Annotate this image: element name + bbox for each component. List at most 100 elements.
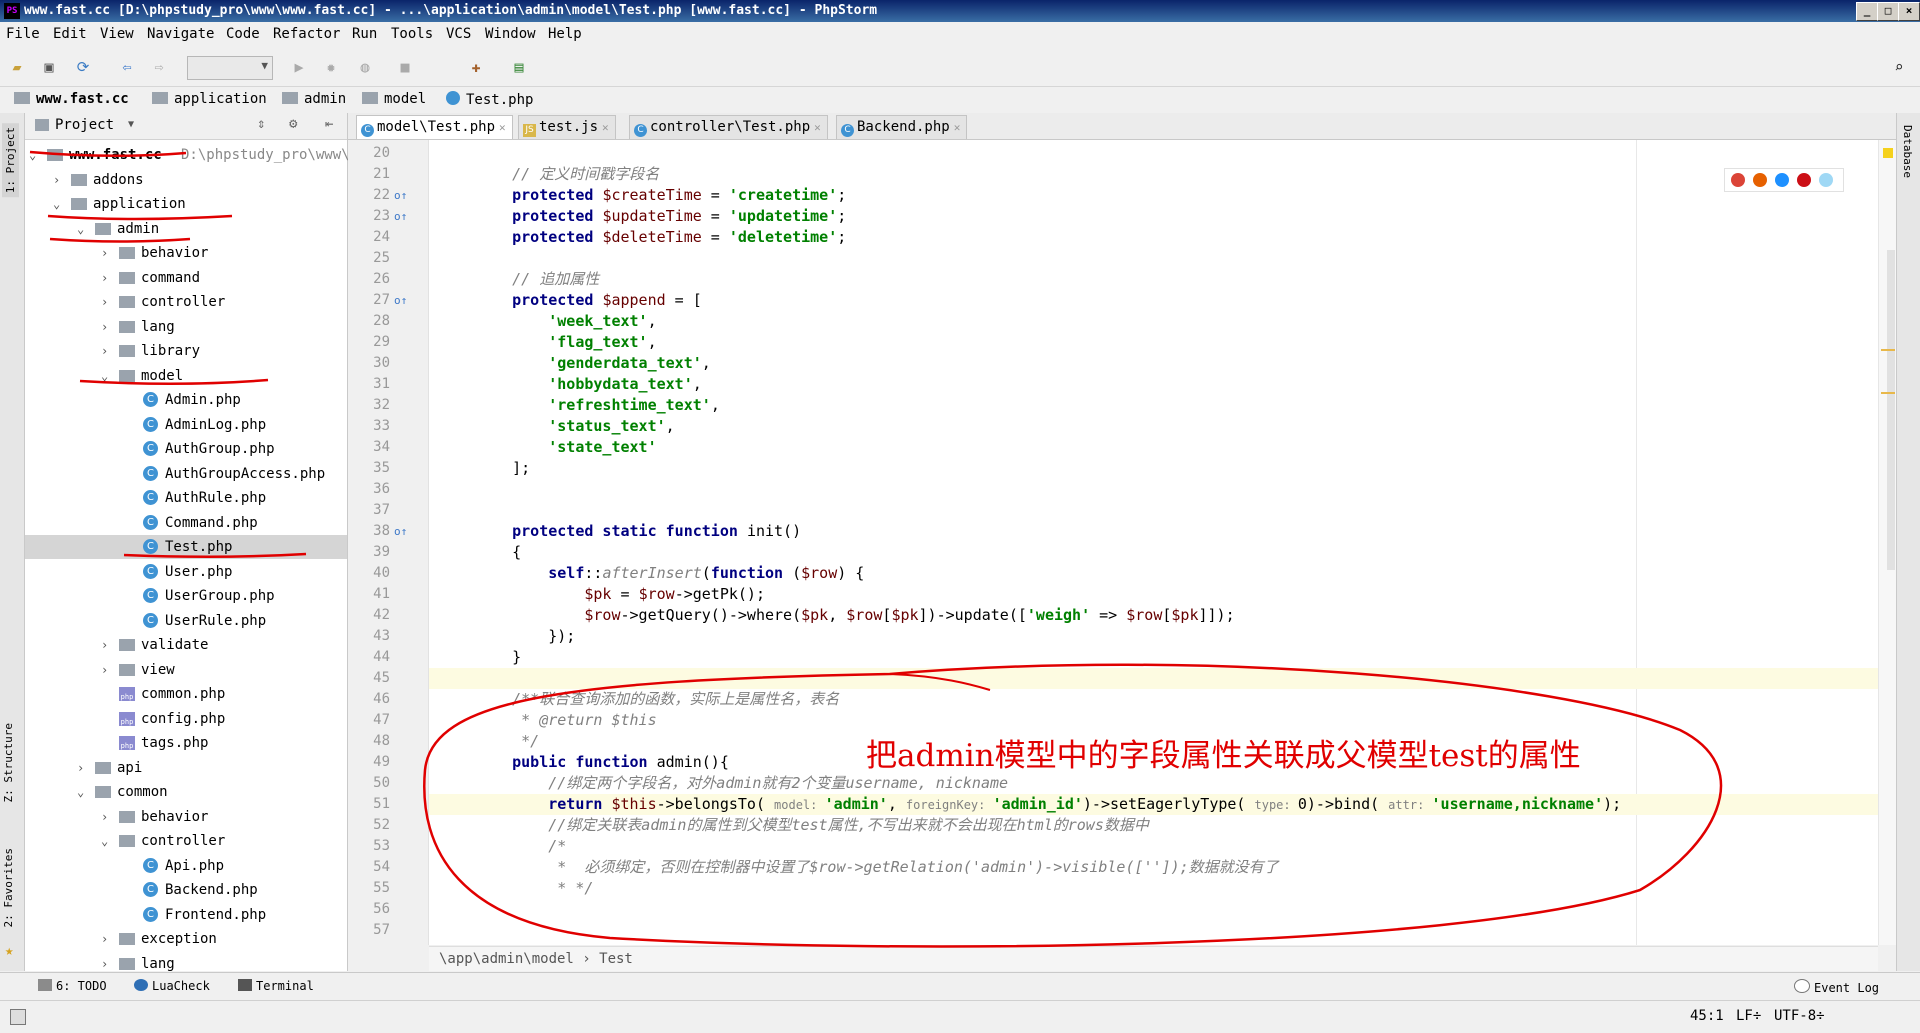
chevron-right-icon[interactable]: ›: [53, 168, 65, 192]
tree-folder-item[interactable]: › addons: [25, 168, 347, 192]
back-arrow-icon[interactable]: ⇦: [118, 58, 136, 76]
tree-file-item[interactable]: C Api.php: [25, 854, 347, 878]
menu-view[interactable]: View: [100, 26, 134, 42]
safari-icon[interactable]: [1775, 173, 1789, 187]
breadcrumb-file[interactable]: Test.php: [446, 91, 533, 108]
project-tool-tab[interactable]: 1: Project: [2, 123, 19, 198]
close-tab-icon[interactable]: ✕: [954, 121, 961, 134]
stop-icon[interactable]: ■: [396, 58, 414, 76]
caret-position[interactable]: 45:1: [1690, 1008, 1724, 1024]
tree-file-item[interactable]: C AuthGroupAccess.php: [25, 462, 347, 486]
code-editor[interactable]: // 定义时间戳字段名 protected $createTime = 'cre…: [429, 140, 1896, 945]
tree-folder-item[interactable]: ⌄ common: [25, 780, 347, 804]
tree-folder-item[interactable]: › command: [25, 266, 347, 290]
run-icon[interactable]: ▶: [290, 58, 308, 76]
menu-tools[interactable]: Tools: [391, 26, 433, 42]
menu-code[interactable]: Code: [226, 26, 260, 42]
menu-edit[interactable]: Edit: [53, 26, 87, 42]
scrollbar-thumb[interactable]: [1887, 250, 1895, 570]
override-marker-icon[interactable]: o↑: [394, 206, 407, 227]
close-button[interactable]: ×: [1898, 2, 1920, 21]
chevron-down-icon[interactable]: ⌄: [101, 829, 113, 853]
chevron-right-icon[interactable]: ›: [101, 339, 113, 363]
chevron-down-icon[interactable]: ⌄: [53, 192, 65, 216]
project-view-select[interactable]: Project: [55, 117, 114, 133]
close-tab-icon[interactable]: ✕: [814, 121, 821, 134]
event-log-tool-button[interactable]: Event Log: [1794, 979, 1879, 995]
tree-file-item[interactable]: php tags.php: [25, 731, 347, 755]
tree-file-item[interactable]: C UserGroup.php: [25, 584, 347, 608]
editor-scrollbar[interactable]: [1878, 140, 1897, 945]
firefox-icon[interactable]: [1753, 173, 1767, 187]
chevron-right-icon[interactable]: ›: [101, 315, 113, 339]
breadcrumb-model[interactable]: model: [362, 91, 426, 107]
menu-vcs[interactable]: VCS: [446, 26, 471, 42]
override-marker-icon[interactable]: o↑: [394, 521, 407, 542]
tree-file-item[interactable]: C Test.php: [25, 535, 347, 559]
chevron-right-icon[interactable]: ›: [101, 241, 113, 265]
chevron-down-icon[interactable]: ⌄: [101, 364, 113, 388]
tree-file-item[interactable]: C Backend.php: [25, 878, 347, 902]
tree-file-item[interactable]: C User.php: [25, 560, 347, 584]
tree-file-item[interactable]: php config.php: [25, 707, 347, 731]
opera-icon[interactable]: [1797, 173, 1811, 187]
tree-folder-item[interactable]: › behavior: [25, 241, 347, 265]
tree-file-item[interactable]: C AuthRule.php: [25, 486, 347, 510]
forward-arrow-icon[interactable]: ⇨: [150, 58, 168, 76]
tree-folder-item[interactable]: ⌄ model: [25, 364, 347, 388]
tree-file-item[interactable]: php common.php: [25, 682, 347, 706]
menu-window[interactable]: Window: [485, 26, 536, 42]
search-icon[interactable]: ⌕: [1890, 58, 1908, 76]
tree-file-item[interactable]: C AdminLog.php: [25, 413, 347, 437]
gear-icon[interactable]: ⚙: [289, 116, 297, 132]
chevron-right-icon[interactable]: ›: [101, 290, 113, 314]
override-marker-icon[interactable]: o↑: [394, 290, 407, 311]
luacheck-tool-button[interactable]: LuaCheck: [134, 979, 210, 993]
tree-folder-item[interactable]: ⌄ www.fast.cc D:\phpstudy_pro\www\: [25, 143, 350, 167]
chevron-down-icon[interactable]: ⌄: [77, 217, 89, 241]
tab-controller-test-php[interactable]: Ccontroller\Test.php ✕: [629, 115, 828, 139]
settings-wrench-icon[interactable]: ✚: [467, 58, 485, 76]
debug-icon[interactable]: ✹: [322, 58, 340, 76]
run-config-select[interactable]: ▼: [187, 56, 273, 80]
menu-refactor[interactable]: Refactor: [273, 26, 340, 42]
tab-test-js[interactable]: JS test.js ✕: [518, 115, 616, 139]
chevron-right-icon[interactable]: ›: [101, 927, 113, 951]
open-folder-icon[interactable]: ▰: [8, 58, 26, 76]
tree-file-item[interactable]: C UserRule.php: [25, 609, 347, 633]
tree-file-item[interactable]: C Command.php: [25, 511, 347, 535]
favorites-tool-tab[interactable]: 2: Favorites: [2, 848, 15, 927]
tool-windows-toggle-icon[interactable]: [10, 1009, 26, 1025]
editor-gutter[interactable]: 20 21 22 o↑ 23 o↑ 24 25 26 27 o↑ 28 29 30 31 32 33 34 35 36…: [348, 140, 429, 945]
file-encoding[interactable]: UTF-8÷: [1774, 1008, 1825, 1024]
tree-folder-item[interactable]: › behavior: [25, 805, 347, 829]
tree-folder-item[interactable]: ⌄ admin: [25, 217, 347, 241]
breadcrumb-application[interactable]: application: [152, 91, 267, 107]
tree-folder-item[interactable]: › lang: [25, 315, 347, 339]
tree-folder-item[interactable]: ⌄ application: [25, 192, 347, 216]
tree-folder-item[interactable]: › library: [25, 339, 347, 363]
tree-file-item[interactable]: C AuthGroup.php: [25, 437, 347, 461]
tree-folder-item[interactable]: › exception: [25, 927, 347, 951]
line-separator[interactable]: LF÷: [1736, 1008, 1761, 1024]
chevron-down-icon[interactable]: ⌄: [77, 780, 89, 804]
todo-tool-button[interactable]: 6: TODO: [38, 979, 107, 993]
chevron-right-icon[interactable]: ›: [101, 805, 113, 829]
chevron-right-icon[interactable]: ›: [101, 633, 113, 657]
tab-backend-php[interactable]: C Backend.php ✕: [836, 115, 968, 139]
hide-panel-icon[interactable]: ⇤: [325, 116, 333, 132]
menu-run[interactable]: Run: [352, 26, 377, 42]
breadcrumb-project[interactable]: www.fast.cc: [14, 91, 129, 107]
database-tool-tab[interactable]: Database: [1901, 125, 1914, 178]
tree-folder-item[interactable]: › view: [25, 658, 347, 682]
structure-tool-tab[interactable]: Z: Structure: [2, 723, 15, 802]
coverage-icon[interactable]: ◍: [356, 58, 374, 76]
menu-navigate[interactable]: Navigate: [147, 26, 214, 42]
tree-file-item[interactable]: C Frontend.php: [25, 903, 347, 927]
maximize-button[interactable]: □: [1877, 2, 1899, 21]
chevron-right-icon[interactable]: ›: [101, 658, 113, 682]
chevron-down-icon[interactable]: ⌄: [29, 143, 41, 167]
collapse-all-icon[interactable]: ⇕: [257, 116, 265, 132]
menu-help[interactable]: Help: [548, 26, 582, 42]
close-tab-icon[interactable]: ✕: [499, 121, 506, 134]
